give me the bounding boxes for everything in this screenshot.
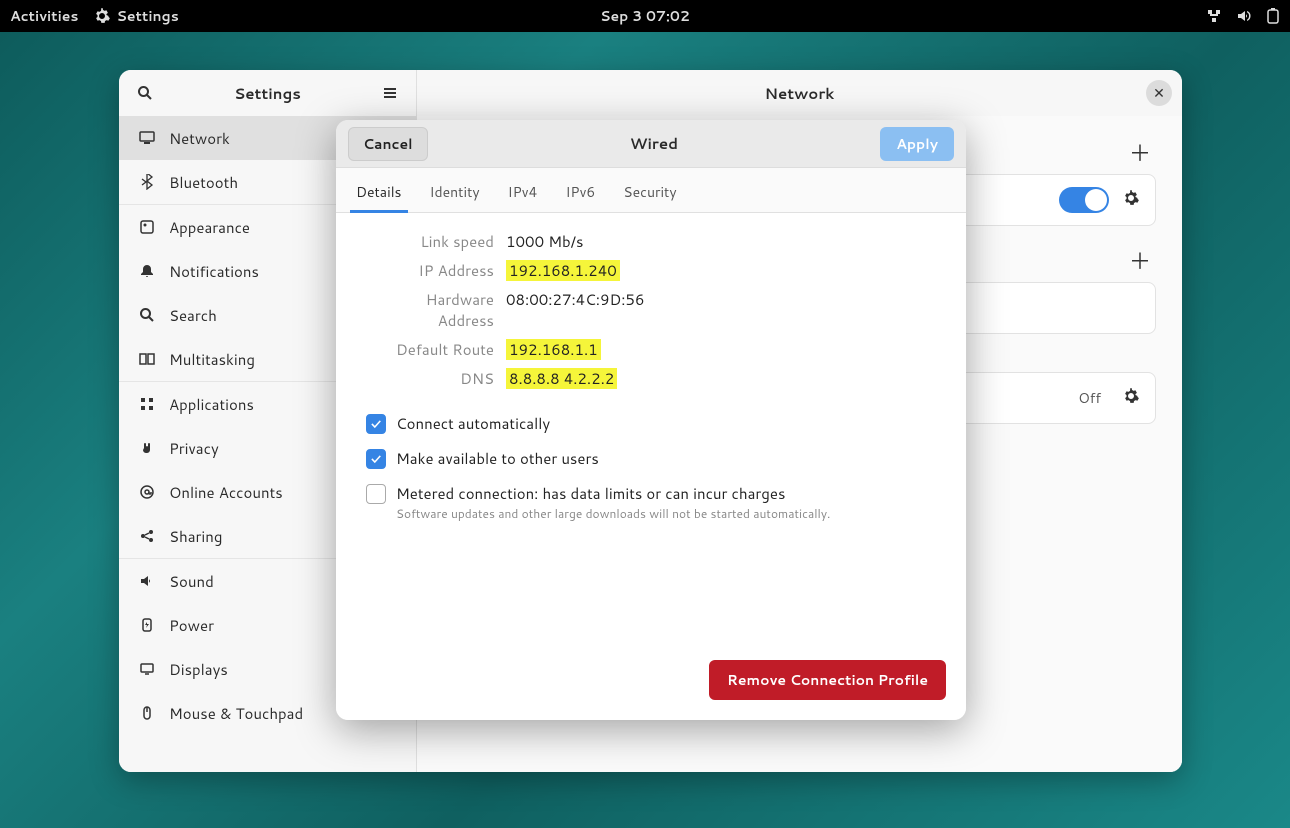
gear-icon xyxy=(1123,388,1139,404)
bell-icon xyxy=(139,263,155,279)
mouse-icon xyxy=(139,705,155,721)
wired-toggle[interactable] xyxy=(1059,187,1109,213)
tab-security[interactable]: Security xyxy=(623,178,676,212)
sidebar-item-label: Privacy xyxy=(169,438,219,459)
share-users-checkbox[interactable] xyxy=(366,449,386,469)
close-icon: ✕ xyxy=(1153,83,1165,103)
search-icon xyxy=(137,85,153,101)
sidebar-item-label: Applications xyxy=(169,394,254,415)
sidebar-item-label: Multitasking xyxy=(169,349,255,370)
detail-value: 192.168.1.240 xyxy=(506,260,620,281)
detail-label: Default Route xyxy=(366,339,506,360)
app-name: Settings xyxy=(116,6,178,26)
activities-button[interactable]: Activities xyxy=(10,6,78,26)
wired-settings-dialog: Cancel Wired Apply Details Identity IPv4… xyxy=(336,120,966,720)
app-indicator[interactable]: Settings xyxy=(94,6,178,26)
sidebar-item-label: Online Accounts xyxy=(169,482,283,503)
sidebar-item-label: Notifications xyxy=(169,261,259,282)
add-vpn-button[interactable]: ＋ xyxy=(1124,244,1156,276)
metered-row: Metered connection: has data limits or c… xyxy=(366,483,936,522)
tab-details[interactable]: Details xyxy=(356,178,402,212)
detail-dns: DNS 8.8.8.8 4.2.2.2 xyxy=(366,368,936,389)
sidebar-item-label: Power xyxy=(169,615,214,636)
hand-icon xyxy=(139,440,155,456)
detail-value: 192.168.1.1 xyxy=(506,339,601,360)
metered-sublabel: Software updates and other large downloa… xyxy=(396,505,830,522)
top-bar: Activities Settings Sep 3 07:02 xyxy=(0,0,1290,32)
metered-checkbox[interactable] xyxy=(366,484,386,504)
network-icon[interactable] xyxy=(1206,8,1222,24)
displays-icon xyxy=(139,661,155,677)
sidebar-item-label: Displays xyxy=(169,659,228,680)
detail-value: 1000 Mb/s xyxy=(506,231,583,252)
search-icon xyxy=(139,307,155,323)
volume-icon[interactable] xyxy=(1236,8,1252,24)
detail-label: Hardware Address xyxy=(366,289,506,331)
detail-label: IP Address xyxy=(366,260,506,281)
tab-ipv6[interactable]: IPv6 xyxy=(565,178,595,212)
dialog-footer: Remove Connection Profile xyxy=(336,644,966,720)
sidebar-item-label: Sound xyxy=(169,571,214,592)
connect-auto-label: Connect automatically xyxy=(396,413,550,434)
multitasking-icon xyxy=(139,351,155,367)
main-header: Network ✕ xyxy=(417,70,1182,116)
sidebar-item-label: Mouse & Touchpad xyxy=(169,703,303,724)
sidebar-item-label: Network xyxy=(169,128,230,149)
connect-auto-row: Connect automatically xyxy=(366,413,936,434)
detail-label: Link speed xyxy=(366,231,506,252)
close-button[interactable]: ✕ xyxy=(1146,80,1172,106)
sidebar-header: Settings xyxy=(119,70,416,116)
bluetooth-icon xyxy=(139,174,155,190)
monitor-icon xyxy=(139,130,155,146)
metered-label: Metered connection: has data limits or c… xyxy=(396,483,830,504)
tab-identity[interactable]: Identity xyxy=(430,178,480,212)
share-users-label: Make available to other users xyxy=(396,448,599,469)
gear-icon xyxy=(94,8,110,24)
sound-icon xyxy=(139,573,155,589)
search-button[interactable] xyxy=(129,77,161,109)
remove-profile-button[interactable]: Remove Connection Profile xyxy=(709,660,946,700)
detail-ip-address: IP Address 192.168.1.240 xyxy=(366,260,936,281)
power-icon xyxy=(139,617,155,633)
appearance-icon xyxy=(139,219,155,235)
hamburger-icon xyxy=(382,85,398,101)
dialog-header: Cancel Wired Apply xyxy=(336,120,966,168)
share-icon xyxy=(139,528,155,544)
share-users-row: Make available to other users xyxy=(366,448,936,469)
gear-icon xyxy=(1123,190,1139,206)
sidebar-item-label: Sharing xyxy=(169,526,222,547)
wired-settings-button[interactable] xyxy=(1123,190,1139,211)
apps-icon xyxy=(139,396,155,412)
detail-default-route: Default Route 192.168.1.1 xyxy=(366,339,936,360)
sidebar-title: Settings xyxy=(161,83,374,104)
sidebar-item-label: Bluetooth xyxy=(169,172,238,193)
hamburger-button[interactable] xyxy=(374,77,406,109)
cancel-button[interactable]: Cancel xyxy=(348,127,428,161)
dialog-body: Link speed 1000 Mb/s IP Address 192.168.… xyxy=(336,213,966,644)
sidebar-item-label: Appearance xyxy=(169,217,250,238)
detail-label: DNS xyxy=(366,368,506,389)
tab-ipv4[interactable]: IPv4 xyxy=(508,178,538,212)
detail-link-speed: Link speed 1000 Mb/s xyxy=(366,231,936,252)
dialog-title: Wired xyxy=(428,133,881,154)
battery-icon[interactable] xyxy=(1266,8,1280,24)
detail-hardware-address: Hardware Address 08:00:27:4C:9D:56 xyxy=(366,289,936,331)
detail-value: 08:00:27:4C:9D:56 xyxy=(506,289,644,331)
clock[interactable]: Sep 3 07:02 xyxy=(600,6,690,26)
add-wired-button[interactable]: ＋ xyxy=(1124,136,1156,168)
at-icon xyxy=(139,484,155,500)
panel-title: Network xyxy=(765,83,835,104)
sidebar-item-label: Search xyxy=(169,305,217,326)
detail-value: 8.8.8.8 4.2.2.2 xyxy=(506,368,617,389)
dialog-tabs: Details Identity IPv4 IPv6 Security xyxy=(336,168,966,213)
apply-button[interactable]: Apply xyxy=(880,127,954,161)
connect-auto-checkbox[interactable] xyxy=(366,414,386,434)
proxy-status: Off xyxy=(1078,388,1101,408)
proxy-settings-button[interactable] xyxy=(1123,388,1139,409)
